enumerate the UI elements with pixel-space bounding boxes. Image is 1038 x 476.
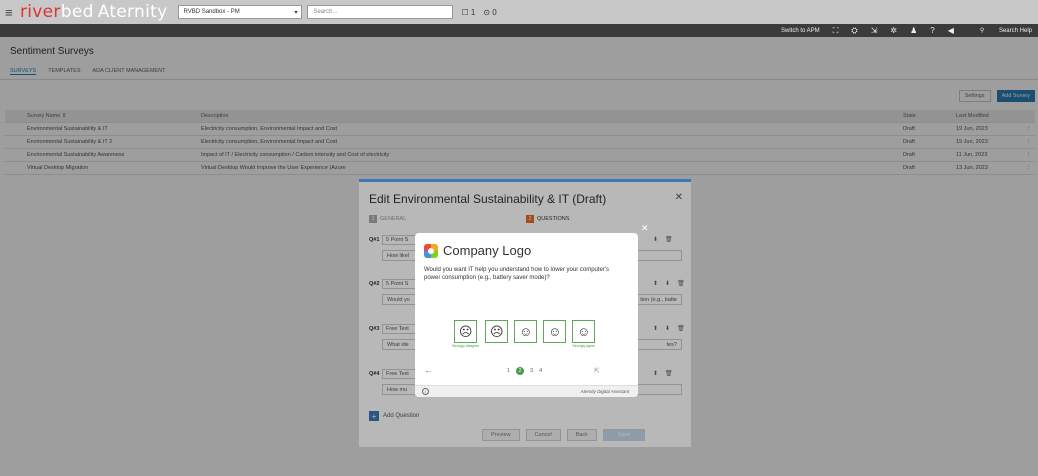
page-1[interactable]: 1 bbox=[507, 368, 510, 374]
clock-icon: ⊙ bbox=[483, 7, 491, 17]
question-label: Q#2 bbox=[369, 281, 380, 287]
question-actions: ⬆ ⬇ 🗑 bbox=[653, 280, 685, 287]
question-label: Q#4 bbox=[369, 371, 380, 377]
tasks-count: 0 bbox=[492, 7, 497, 17]
riverbed-logo[interactable]: riverbed Aternity bbox=[20, 1, 168, 22]
company-logo: Company Logo bbox=[424, 243, 531, 258]
trash-icon[interactable]: 🗑 bbox=[677, 325, 685, 332]
dialog-title: Edit Environmental Sustainability & IT (… bbox=[369, 192, 607, 206]
top-bar: ≡ riverbed Aternity RVBD Sandbox - PM ▾ Se… bbox=[0, 0, 1038, 24]
arrow-up-icon[interactable]: ⬆ bbox=[653, 370, 658, 377]
slight-frown-face-icon: ☹ bbox=[485, 320, 509, 343]
search-icon: ⚲ bbox=[979, 28, 985, 34]
step-questions[interactable]: 2 QUESTIONS bbox=[526, 215, 569, 223]
step-label: GENERAL bbox=[380, 216, 407, 222]
rating-option-4[interactable]: ☺ bbox=[543, 320, 567, 352]
survey-preview-popup: Company Logo Would you want IT help you … bbox=[415, 233, 638, 397]
megaphone-icon[interactable]: ◀ bbox=[948, 26, 954, 35]
search-help-button[interactable]: ⚲ Search Help bbox=[967, 27, 1032, 34]
switch-to-apm-link[interactable]: Switch to APM bbox=[781, 28, 820, 34]
account-select-value: RVBD Sandbox - PM bbox=[183, 9, 240, 15]
add-question-button[interactable]: + Add Question bbox=[369, 411, 419, 421]
export-icon[interactable]: ⇲ bbox=[871, 26, 878, 35]
hamburger-icon[interactable]: ≡ bbox=[0, 5, 20, 20]
big-smile-face-icon: ☺ bbox=[572, 320, 596, 343]
step-number: 1 bbox=[369, 215, 377, 223]
alerts-button[interactable]: ☐ 1 bbox=[461, 8, 475, 17]
rating-option-3[interactable]: ☺ bbox=[514, 320, 538, 352]
step-number: 2 bbox=[526, 215, 534, 223]
plus-icon: + bbox=[369, 411, 379, 421]
footer-brand: Aternity Digital Assistant bbox=[580, 389, 629, 394]
secondary-bar: Switch to APM ⛶ ⛭ ⇲ ✲ ♟ ? ◀ ⚲ Search Hel… bbox=[0, 24, 1038, 37]
search-help-label: Search Help bbox=[998, 28, 1032, 34]
rating-option-2[interactable]: ☹ bbox=[485, 320, 509, 352]
alerts-count: 1 bbox=[470, 7, 476, 17]
smile-face-icon: ☺ bbox=[543, 320, 567, 343]
trash-icon[interactable]: 🗑 bbox=[665, 370, 673, 377]
close-icon[interactable]: ✕ bbox=[675, 192, 683, 203]
account-select[interactable]: RVBD Sandbox - PM ▾ bbox=[178, 5, 303, 19]
rating-option-1[interactable]: ☹ Strongly disagree bbox=[452, 320, 479, 352]
rating-low-label: Strongly disagree bbox=[452, 344, 480, 348]
preview-close-icon[interactable]: ✕ bbox=[641, 223, 649, 234]
chat-icon: ☐ bbox=[461, 7, 469, 17]
grid-icon[interactable]: ⛶ bbox=[833, 26, 839, 36]
frown-face-icon: ☹ bbox=[454, 320, 478, 343]
add-question-label: Add Question bbox=[383, 413, 420, 419]
tasks-button[interactable]: ⊙ 0 bbox=[483, 8, 496, 17]
rating-option-5[interactable]: ☺ Strongly agree bbox=[572, 320, 596, 352]
survey-pager: ← 1 2 3 4 ⇱ bbox=[424, 366, 629, 376]
dialog-actions: Preview Cancel Back Save bbox=[482, 429, 646, 441]
arrow-up-icon[interactable]: ⬆ bbox=[653, 325, 658, 332]
arrow-up-icon[interactable]: ⬆ bbox=[653, 280, 658, 287]
trash-icon[interactable]: 🗑 bbox=[677, 280, 685, 287]
arrow-left-icon[interactable]: ← bbox=[424, 366, 433, 375]
question-actions: ⬇ 🗑 bbox=[653, 236, 673, 243]
user-icon[interactable]: ♟ bbox=[910, 26, 917, 35]
search-input[interactable]: Search... bbox=[307, 5, 454, 19]
question-actions: ⬆ ⬇ 🗑 bbox=[653, 325, 685, 332]
chevron-down-icon: ▾ bbox=[294, 9, 298, 16]
page-current[interactable]: 2 bbox=[516, 367, 525, 375]
page-3[interactable]: 3 bbox=[530, 368, 533, 374]
page-numbers: 1 2 3 4 bbox=[507, 367, 542, 375]
question-label: Q#1 bbox=[369, 237, 380, 243]
company-logo-icon bbox=[424, 243, 438, 258]
gear-icon[interactable]: ✲ bbox=[890, 26, 897, 35]
company-logo-text: Company Logo bbox=[443, 243, 532, 258]
help-icon[interactable]: ? bbox=[930, 26, 934, 35]
dashboard-icon[interactable]: ⛭ bbox=[851, 26, 857, 36]
neutral-face-icon: ☺ bbox=[514, 320, 538, 343]
page-4[interactable]: 4 bbox=[539, 368, 542, 374]
mouse-cursor-icon: ⇱ bbox=[594, 368, 600, 375]
arrow-down-icon[interactable]: ⬇ bbox=[665, 325, 670, 332]
save-button[interactable]: Save bbox=[602, 429, 646, 441]
info-icon[interactable]: i bbox=[422, 388, 429, 395]
question-label: Q#3 bbox=[369, 326, 380, 332]
step-label: QUESTIONS bbox=[537, 216, 570, 222]
trash-icon[interactable]: 🗑 bbox=[665, 236, 673, 243]
search-placeholder: Search... bbox=[313, 9, 338, 15]
survey-question: Would you want IT help you understand ho… bbox=[424, 267, 610, 281]
back-button[interactable]: Back bbox=[566, 429, 597, 441]
question-actions: ⬆ 🗑 bbox=[653, 370, 673, 377]
rating-scale: ☹ Strongly disagree ☹ ☺ ☺ ☺ Strongly agree bbox=[452, 320, 596, 352]
arrow-down-icon[interactable]: ⬇ bbox=[665, 280, 670, 287]
cancel-button[interactable]: Cancel bbox=[525, 429, 561, 441]
preview-button[interactable]: Preview bbox=[482, 429, 520, 441]
arrow-down-icon[interactable]: ⬇ bbox=[653, 236, 658, 243]
step-general[interactable]: 1 GENERAL bbox=[369, 215, 406, 223]
popup-footer: i Aternity Digital Assistant bbox=[415, 385, 638, 397]
rating-high-label: Strongly agree bbox=[572, 344, 596, 348]
aternity-logo-text: Aternity bbox=[97, 1, 168, 22]
